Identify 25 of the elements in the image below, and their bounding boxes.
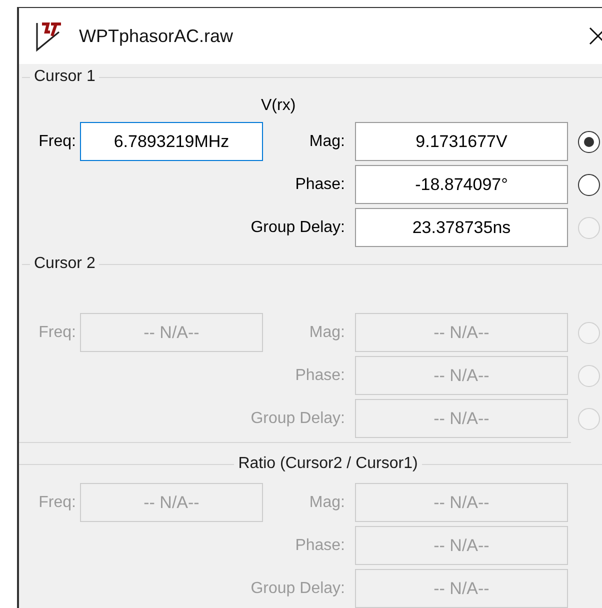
field-label: Group Delay: <box>250 218 345 238</box>
field-label: Mag: <box>309 322 345 342</box>
value-field[interactable]: 6.7893219MHz <box>80 122 263 161</box>
value-field[interactable]: 9.1731677V <box>355 122 568 161</box>
field-label: Group Delay: <box>250 408 345 428</box>
radio-button[interactable] <box>578 130 600 152</box>
close-icon[interactable] <box>589 27 602 45</box>
group-title: Cursor 1 <box>33 67 96 87</box>
radio-button[interactable] <box>578 174 600 196</box>
signal-name: V(rx) <box>261 96 296 116</box>
value-field[interactable]: -18.874097° <box>355 165 568 204</box>
field-label: Mag: <box>309 132 345 152</box>
app-logo-icon <box>35 20 63 52</box>
field-label: Freq: <box>38 132 77 152</box>
field-label: Phase: <box>295 536 345 556</box>
field-label: Group Delay: <box>250 578 345 598</box>
field-label: Phase: <box>295 366 345 386</box>
field-label: Freq: <box>38 492 77 512</box>
field-label: Freq: <box>38 322 77 342</box>
window-title: WPTphasorAC.raw <box>79 24 234 48</box>
group-title: Cursor 2 <box>33 254 96 274</box>
field-label: Phase: <box>295 174 345 194</box>
group-title: Ratio (Cursor2 / Cursor1) <box>237 454 419 474</box>
field-label: Mag: <box>309 492 345 512</box>
value-field[interactable]: 23.378735ns <box>355 208 568 247</box>
